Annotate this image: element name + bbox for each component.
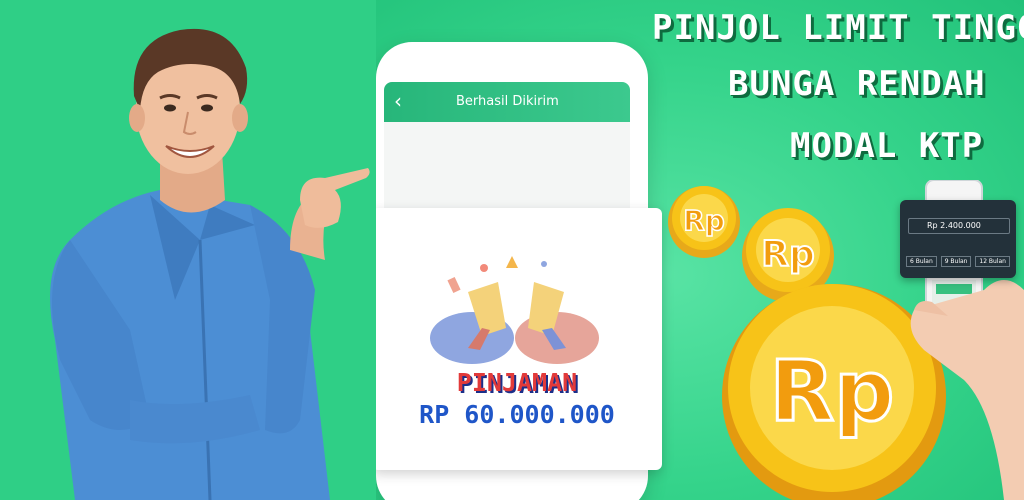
mini-amount-field: Rp 2.400.000 xyxy=(908,218,1010,234)
screen-title: Berhasil Dikirim xyxy=(456,94,559,109)
left-panel xyxy=(0,0,376,500)
loan-label: PINJAMAN xyxy=(456,368,578,397)
svg-text:Rp: Rp xyxy=(683,204,725,237)
mini-button-6[interactable]: 6 Bulan xyxy=(906,256,937,267)
right-panel: PINJOL LIMIT TINGGI BUNGA RENDAH MODAL K… xyxy=(376,0,1024,500)
loan-amount: RP 60.000.000 xyxy=(419,400,615,429)
loan-card: PINJAMAN RP 60.000.000 xyxy=(376,208,662,470)
celebration-toast-icon xyxy=(430,256,599,364)
coin-medium-icon: Rp xyxy=(742,208,834,302)
back-icon[interactable]: ‹ xyxy=(394,91,402,111)
headline-bunga: BUNGA RENDAH xyxy=(728,64,986,104)
svg-text:Rp: Rp xyxy=(770,342,895,440)
man-pointing-illustration xyxy=(50,28,370,500)
mini-app-panel: Rp 2.400.000 6 Bulan 9 Bulan 12 Bulan xyxy=(900,200,1016,278)
mini-button-12[interactable]: 12 Bulan xyxy=(975,256,1010,267)
mini-button-9[interactable]: 9 Bulan xyxy=(940,256,972,267)
coin-small-icon: Rp xyxy=(668,186,740,258)
svg-text:Rp: Rp xyxy=(761,234,815,275)
headline-limit: PINJOL LIMIT TINGGI xyxy=(652,8,1024,48)
headline-modal: MODAL KTP xyxy=(790,126,984,166)
app-header: ‹ Berhasil Dikirim xyxy=(384,82,630,122)
mini-amount: Rp 2.400.000 xyxy=(927,221,981,230)
